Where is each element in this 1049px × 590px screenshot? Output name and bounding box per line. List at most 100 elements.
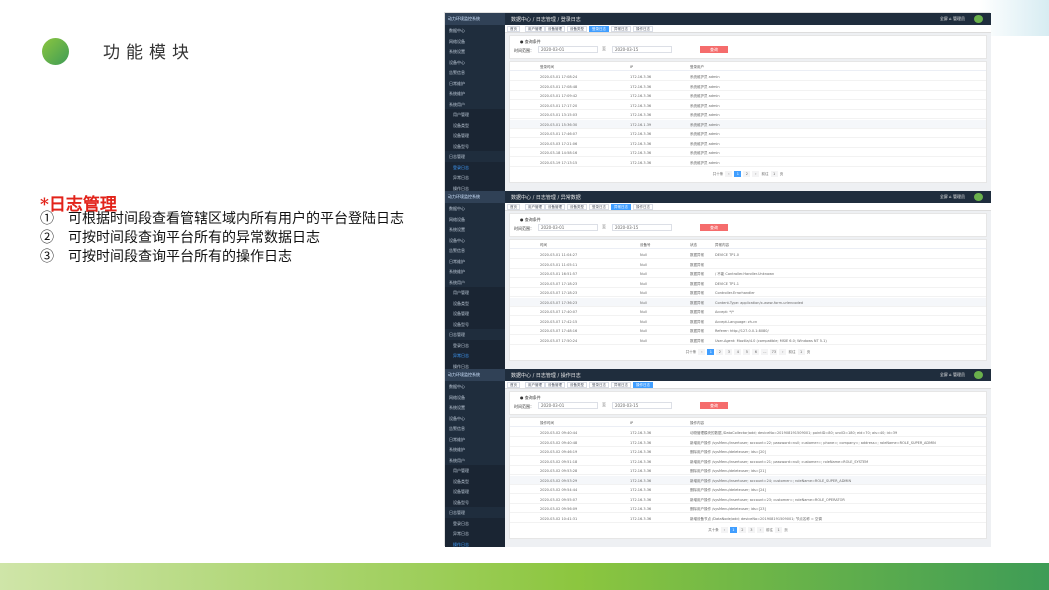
sidebar-item[interactable]: 日常维护: [445, 78, 505, 89]
tab[interactable]: 设备类型: [567, 382, 587, 388]
page-number[interactable]: 1: [729, 527, 737, 533]
sidebar-item[interactable]: 登录日志: [445, 339, 505, 350]
sidebar-item[interactable]: 告警信息: [445, 67, 505, 78]
next-page-button[interactable]: ›: [752, 171, 760, 177]
tab[interactable]: 用户管理: [525, 204, 545, 210]
tab[interactable]: 设备管理: [545, 26, 565, 32]
prev-page-button[interactable]: ‹: [720, 527, 728, 533]
tab[interactable]: 设备管理: [545, 382, 565, 388]
table-row[interactable]: 2020-03-02 09:56:09 172.16.3.36 删除用户操作 /sy…: [510, 504, 986, 513]
tab[interactable]: 操作日志: [633, 26, 653, 32]
sidebar-item[interactable]: 系统设置: [445, 402, 505, 413]
sidebar-item[interactable]: 系统维护: [445, 266, 505, 277]
table-row[interactable]: 2020-03-01 17:09:42 172.16.3.36 系统维护员 admi…: [510, 91, 986, 100]
sidebar-item[interactable]: 登录日志: [445, 517, 505, 528]
end-date-input[interactable]: 2020-03-15: [612, 46, 672, 53]
sidebar-item[interactable]: 系统维护: [445, 444, 505, 455]
tab[interactable]: 用户管理: [525, 26, 545, 32]
sidebar-item[interactable]: 操作日志: [445, 182, 505, 191]
avatar[interactable]: [974, 371, 983, 379]
table-row[interactable]: 2020-03-07 17:40:07 Null 数据异常 Accept: */*: [510, 307, 986, 316]
page-jump-input[interactable]: 1: [770, 171, 778, 177]
sidebar-item[interactable]: 设备中心: [445, 413, 505, 424]
tab[interactable]: 异常日志: [611, 26, 631, 32]
sidebar-item[interactable]: 操作日志: [445, 360, 505, 369]
search-button[interactable]: 查询: [700, 402, 728, 409]
table-row[interactable]: 2020-03-02 09:46:19 172.16.3.36 删除用户操作 /sy…: [510, 447, 986, 456]
sidebar-item[interactable]: 设备管理: [445, 486, 505, 497]
sidebar-item[interactable]: 告警信息: [445, 245, 505, 256]
tab[interactable]: 登录日志: [589, 204, 609, 210]
tab[interactable]: 异常日志: [611, 204, 631, 210]
tab[interactable]: 登录日志: [589, 26, 609, 32]
tab[interactable]: 设备类型: [567, 26, 587, 32]
user-menu[interactable]: 全屏 ⌂ 管理员: [940, 372, 965, 378]
tab[interactable]: 首页: [507, 26, 520, 32]
sidebar-item[interactable]: 告警信息: [445, 423, 505, 434]
tab[interactable]: 设备管理: [545, 204, 565, 210]
sidebar-item[interactable]: 数据中心: [445, 25, 505, 36]
sidebar-item[interactable]: 操作日志: [445, 538, 505, 547]
sidebar-item[interactable]: 日志管理: [445, 329, 505, 340]
page-jump-input[interactable]: 1: [775, 527, 783, 533]
table-row[interactable]: 2020-03-02 09:40:44 172.16.3.36 动物管理模块的数据 …: [510, 428, 986, 437]
next-page-button[interactable]: ›: [779, 349, 787, 355]
table-row[interactable]: 2020-03-07 17:18:23 Null 数据异常 DEVICE TP1.1: [510, 279, 986, 288]
tab[interactable]: 首页: [507, 204, 520, 210]
table-row[interactable]: 2020-03-02 10:41:31 172.16.3.36 新增设备节点 /Da…: [510, 514, 986, 523]
sidebar-item[interactable]: 设备类型: [445, 475, 505, 486]
sidebar-item[interactable]: 设备管理: [445, 130, 505, 141]
tab[interactable]: 用户管理: [525, 382, 545, 388]
page-number[interactable]: 3: [747, 527, 755, 533]
sidebar-item[interactable]: 网络设备: [445, 214, 505, 225]
sidebar-item[interactable]: 异常日志: [445, 350, 505, 361]
table-row[interactable]: 2020-03-02 09:55:07 172.16.3.36 新增用户操作 /sy…: [510, 495, 986, 504]
sidebar-item[interactable]: 设备型号: [445, 140, 505, 151]
user-menu[interactable]: 全屏 ⌂ 管理员: [940, 16, 965, 22]
table-row[interactable]: 2020-03-01 17:08:48 172.16.3.36 系统维护员 admi…: [510, 82, 986, 91]
search-button[interactable]: 查询: [700, 224, 728, 231]
start-date-input[interactable]: 2020-03-01: [538, 224, 598, 231]
tab[interactable]: 操作日志: [633, 204, 653, 210]
sidebar-item[interactable]: 系统设置: [445, 224, 505, 235]
table-row[interactable]: 2020-03-02 09:40:48 172.16.3.36 新增用户操作 /sy…: [510, 438, 986, 447]
sidebar-item[interactable]: 网络设备: [445, 392, 505, 403]
sidebar-item[interactable]: 系统用户: [445, 277, 505, 288]
table-row[interactable]: 2020-03-07 17:42:15 Null 数据异常 Accept-Langua…: [510, 317, 986, 326]
sidebar-item[interactable]: 用户管理: [445, 465, 505, 476]
start-date-input[interactable]: 2020-03-01: [538, 402, 598, 409]
table-row[interactable]: 2020-03-07 17:50:24 Null 数据异常 User-Agent: M…: [510, 336, 986, 345]
sidebar-item[interactable]: 设备型号: [445, 318, 505, 329]
sidebar-item[interactable]: 设备类型: [445, 119, 505, 130]
table-row[interactable]: 2020-03-01 17:17:20 172.16.3.36 系统维护员 admi…: [510, 101, 986, 110]
sidebar-item[interactable]: 系统设置: [445, 46, 505, 57]
sidebar-item[interactable]: 设备型号: [445, 496, 505, 507]
sidebar-item[interactable]: 设备中心: [445, 235, 505, 246]
tab[interactable]: 操作日志: [633, 382, 653, 388]
sidebar-item[interactable]: 异常日志: [445, 172, 505, 183]
tab[interactable]: 设备类型: [567, 204, 587, 210]
table-row[interactable]: 2020-03-07 17:48:16 Null 数据异常 Referer: http…: [510, 326, 986, 335]
sidebar-item[interactable]: 数据中心: [445, 203, 505, 214]
sidebar-item[interactable]: 设备中心: [445, 57, 505, 68]
page-number[interactable]: 2: [738, 527, 746, 533]
table-row[interactable]: 2020-03-07 17:36:23 Null 数据异常 Content-Type:…: [510, 297, 986, 307]
page-number[interactable]: 6: [752, 349, 760, 355]
prev-page-button[interactable]: ‹: [698, 349, 706, 355]
table-row[interactable]: 2020-03-18 14:58:16 172.16.3.36 系统维护员 admi…: [510, 148, 986, 157]
page-number[interactable]: ...: [761, 349, 769, 355]
next-page-button[interactable]: ›: [756, 527, 764, 533]
sidebar-item[interactable]: 用户管理: [445, 109, 505, 120]
table-row[interactable]: 2020-03-03 17:21:06 172.16.3.36 系统维护员 admi…: [510, 139, 986, 148]
page-jump-input[interactable]: 1: [797, 349, 805, 355]
page-number[interactable]: 3: [725, 349, 733, 355]
page-number[interactable]: 1: [734, 171, 742, 177]
page-number[interactable]: 4: [734, 349, 742, 355]
user-menu[interactable]: 全屏 ⌂ 管理员: [940, 194, 965, 200]
table-row[interactable]: 2020-03-01 17:46:07 172.16.3.36 系统维护员 admi…: [510, 129, 986, 138]
table-row[interactable]: 2020-03-01 11:04:27 Null 数据异常 DEVICE TP1.0: [510, 250, 986, 259]
sidebar-item[interactable]: 设备管理: [445, 308, 505, 319]
table-row[interactable]: 2020-03-01 16:51:57 Null 数据异常 / 不能 Controll…: [510, 269, 986, 278]
page-number[interactable]: 2: [743, 171, 751, 177]
page-number[interactable]: 2: [716, 349, 724, 355]
